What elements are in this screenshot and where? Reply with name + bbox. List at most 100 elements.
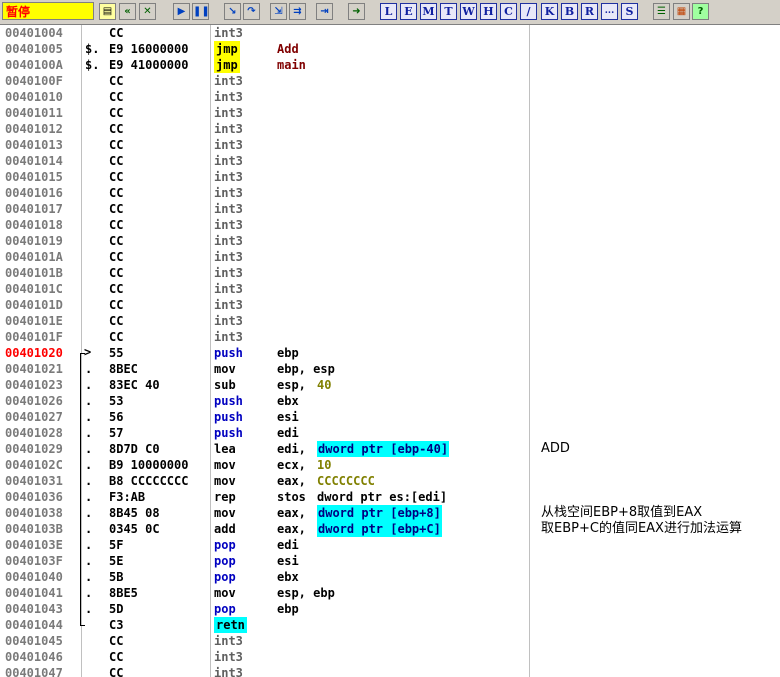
pause-icon[interactable]: ❚❚	[192, 3, 210, 20]
toolbar-button-e[interactable]: E	[400, 3, 417, 20]
listing-row[interactable]: 00401044 C3 retn	[0, 617, 780, 633]
listing-row[interactable]: 0040100A $. E9 41000000 jmp main	[0, 57, 780, 73]
toolbar-button-k[interactable]: K	[541, 3, 558, 20]
hex-dump-cell: CC	[109, 298, 124, 312]
listing-row[interactable]: 00401019 CC int3	[0, 233, 780, 249]
listing-row[interactable]: 00401043. 5D pop ebp	[0, 601, 780, 617]
mnemonic-cell: push	[214, 346, 243, 360]
address-cell: 00401015	[5, 170, 63, 184]
address-cell: 00401011	[5, 106, 63, 120]
mnemonic-cell: mov	[214, 506, 236, 520]
listing-row[interactable]: 00401038. 8B45 08 mov eax, dword ptr [ebp+8]…	[0, 505, 780, 521]
toolbar-button-dots[interactable]: ...	[601, 3, 618, 20]
listing-row[interactable]: 00401029. 8D7D C0 lea edi, dword ptr [ebp-40…	[0, 441, 780, 457]
hex-dump-cell: 5F	[109, 538, 124, 552]
list-icon[interactable]: ☰	[653, 3, 670, 20]
help-icon[interactable]: ?	[692, 3, 709, 20]
listing-row[interactable]: 00401013 CC int3	[0, 137, 780, 153]
listing-row[interactable]: 00401040. 5B pop ebx	[0, 569, 780, 585]
listing-row[interactable]: 00401014 CC int3	[0, 153, 780, 169]
close-icon[interactable]: ✕	[139, 3, 156, 20]
listing-row[interactable]: 00401036. F3:AB rep stos dword ptr es:[edi]	[0, 489, 780, 505]
toolbar-button-b[interactable]: B	[561, 3, 578, 20]
mnemonic-cell: int3	[214, 666, 243, 677]
operand-cell: edi	[277, 426, 299, 440]
toolbar-button-h[interactable]: H	[480, 3, 497, 20]
operand-value-cell: 10	[317, 458, 332, 472]
disassembly-listing[interactable]: 00401004 CC int3 00401005 $. E9 16000000 jmp Ad…	[0, 25, 780, 677]
hex-dump-cell: B8 CCCCCCCC	[109, 474, 189, 488]
mnemonic-cell: int3	[214, 314, 243, 328]
listing-row[interactable]: 00401017 CC int3	[0, 201, 780, 217]
listing-row[interactable]: 00401012 CC int3	[0, 121, 780, 137]
listing-row[interactable]: 00401021. 8BEC mov ebp, esp	[0, 361, 780, 377]
listing-row[interactable]: 0040103B. 0345 0C add eax, dword ptr [ebp+C]…	[0, 521, 780, 537]
hex-dump-cell: CC	[109, 650, 124, 664]
mnemonic-cell: pop	[214, 602, 236, 616]
goto-icon[interactable]: ➜	[348, 3, 365, 20]
listing-row[interactable]: 00401016 CC int3	[0, 185, 780, 201]
comment-cell: 取EBP+C的值同EAX进行加法运算	[541, 521, 742, 536]
listing-row[interactable]: 0040103E. 5F pop edi	[0, 537, 780, 553]
execute-till-return-icon[interactable]: ⇥	[316, 3, 333, 20]
listing-row[interactable]: 0040101D CC int3	[0, 297, 780, 313]
trace-over-icon[interactable]: ⇉	[289, 3, 306, 20]
marker-cell: .	[85, 586, 93, 600]
marker-cell: .	[85, 378, 93, 392]
toolbar-button-l[interactable]: L	[380, 3, 397, 20]
listing-row[interactable]: 0040101A CC int3	[0, 249, 780, 265]
trace-into-icon[interactable]: ⇲	[270, 3, 287, 20]
listing-row[interactable]: 00401041. 8BE5 mov esp, ebp	[0, 585, 780, 601]
step-into-icon[interactable]: ↘	[224, 3, 241, 20]
listing-row[interactable]: 00401004 CC int3	[0, 25, 780, 41]
listing-row[interactable]: 0040101C CC int3	[0, 281, 780, 297]
entry-arrow-icon: >	[84, 345, 92, 359]
hex-dump-cell: 5D	[109, 602, 124, 616]
hex-dump-cell: 5E	[109, 554, 124, 568]
listing-row[interactable]: 00401046 CC int3	[0, 649, 780, 665]
listing-row[interactable]: 00401027. 56 push esi	[0, 409, 780, 425]
marker-cell: .	[85, 538, 93, 552]
listing-row[interactable]: 00401023. 83EC 40 sub esp, 40	[0, 377, 780, 393]
listing-row[interactable]: 0040102C. B9 10000000 mov ecx, 10	[0, 457, 780, 473]
toolbar-button-t[interactable]: T	[440, 3, 457, 20]
mnemonic-cell: int3	[214, 154, 243, 168]
listing-row[interactable]: 0040101B CC int3	[0, 265, 780, 281]
step-over-icon[interactable]: ↷	[243, 3, 260, 20]
listing-row[interactable]: 00401005 $. E9 16000000 jmp Add	[0, 41, 780, 57]
address-cell: 00401026	[5, 394, 63, 408]
operand-cell: ebx	[277, 570, 299, 584]
listing-row[interactable]: 00401026. 53 push ebx	[0, 393, 780, 409]
rewind-icon[interactable]: «	[119, 3, 136, 20]
toolbar-button-s[interactable]: S	[621, 3, 638, 20]
grid-icon[interactable]: ▦	[673, 3, 690, 20]
listing-row[interactable]: 00401015 CC int3	[0, 169, 780, 185]
listing-row[interactable]: 0040101F CC int3	[0, 329, 780, 345]
listing-row[interactable]: 00401047 CC int3	[0, 665, 780, 677]
listing-row[interactable]: 0040100F CC int3	[0, 73, 780, 89]
marker-cell: .	[85, 506, 93, 520]
marker-cell: .	[85, 426, 93, 440]
toolbar-button-slash[interactable]: /	[520, 3, 537, 20]
mnemonic-cell: int3	[214, 74, 243, 88]
listing-row[interactable]: 00401011 CC int3	[0, 105, 780, 121]
address-cell: 00401005	[5, 42, 63, 56]
mnemonic-cell: rep	[214, 490, 236, 504]
listing-row[interactable]: 00401020 55 push ebp	[0, 345, 780, 361]
run-icon[interactable]: ▶	[173, 3, 190, 20]
open-file-icon[interactable]: ▤	[99, 3, 116, 20]
listing-row[interactable]: 00401045 CC int3	[0, 633, 780, 649]
listing-row[interactable]: 00401028. 57 push edi	[0, 425, 780, 441]
toolbar-button-m[interactable]: M	[420, 3, 437, 20]
listing-row[interactable]: 00401018 CC int3	[0, 217, 780, 233]
toolbar-button-r[interactable]: R	[581, 3, 598, 20]
listing-row[interactable]: 00401010 CC int3	[0, 89, 780, 105]
address-cell: 00401045	[5, 634, 63, 648]
listing-row[interactable]: 00401031. B8 CCCCCCCC mov eax, CCCCCCCC	[0, 473, 780, 489]
toolbar-button-c[interactable]: C	[500, 3, 517, 20]
address-cell: 0040100A	[5, 58, 63, 72]
mnemonic-cell: int3	[214, 298, 243, 312]
listing-row[interactable]: 0040103F. 5E pop esi	[0, 553, 780, 569]
toolbar-button-w[interactable]: W	[460, 3, 477, 20]
listing-row[interactable]: 0040101E CC int3	[0, 313, 780, 329]
